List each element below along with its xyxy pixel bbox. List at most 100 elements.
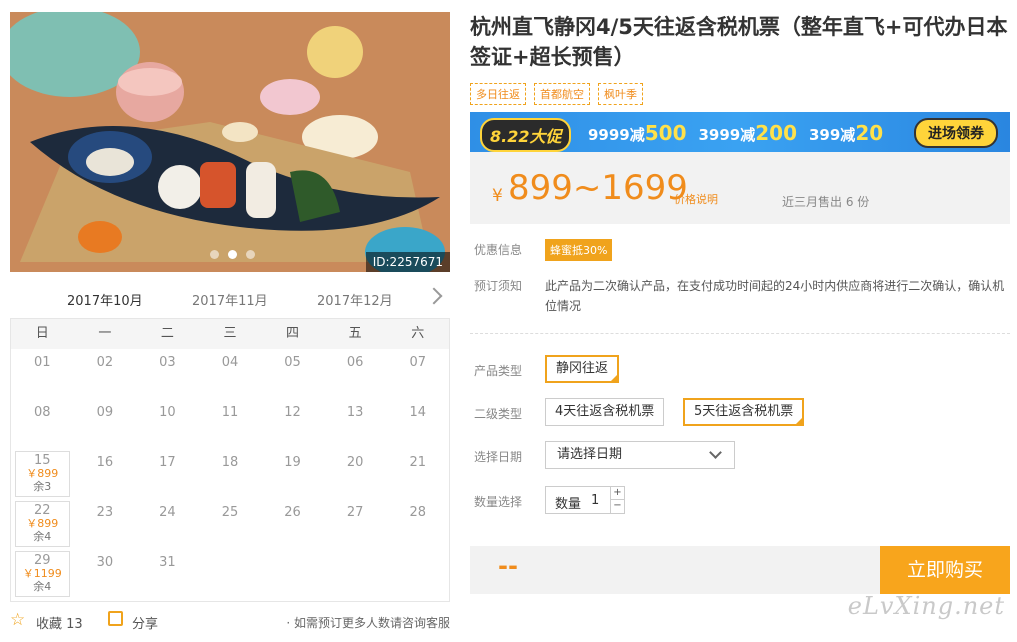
- day-number: 31: [159, 555, 176, 570]
- calendar-day: 03: [136, 349, 199, 399]
- day-number: 27: [346, 505, 364, 520]
- carousel-dot-active[interactable]: [228, 250, 237, 259]
- buy-now-button[interactable]: 立即购买: [880, 546, 1010, 594]
- calendar-day-available[interactable]: 15 ￥899 余3: [15, 451, 70, 497]
- calendar-day: 12: [261, 399, 324, 449]
- weekday-label: 六: [411, 326, 425, 341]
- promo-badge-honey: 蜂蜜抵30%: [545, 239, 613, 261]
- calendar-day: 27: [324, 499, 387, 549]
- tag: 多日往返: [470, 83, 526, 105]
- chevron-right-icon[interactable]: [425, 287, 443, 305]
- carousel-dot[interactable]: [246, 250, 255, 259]
- booking-notice-label: 预订须知: [474, 279, 523, 293]
- calendar-day: 26: [261, 499, 324, 549]
- quantity-inner-label: 数量: [555, 497, 582, 512]
- price-box: ¥ 899~1699 价格说明 近三月售出 6 份: [470, 152, 1010, 224]
- day-number: 02: [96, 355, 114, 370]
- date-select[interactable]: 请选择日期: [545, 441, 735, 469]
- quantity-value[interactable]: 1: [591, 493, 599, 508]
- calendar-days: 01 02 03 04 05 06 07 08 09 10 11 12 13 14 15 ￥899 余3 16 17…: [11, 349, 449, 599]
- promo-banner[interactable]: 8.22大促 9999减500 3999减200 399减20 进场领券: [470, 112, 1010, 152]
- price-range: 899~1699: [508, 168, 688, 208]
- promo-offers: 9999减500 3999减200 399减20: [588, 121, 883, 145]
- day-stock: 余3: [33, 480, 52, 493]
- calendar-day: 17: [136, 449, 199, 499]
- chevron-down-icon: [709, 446, 722, 459]
- day-number: 30: [96, 555, 114, 570]
- tab-month-dec[interactable]: 2017年12月: [317, 290, 393, 309]
- calendar-day: 13: [324, 399, 387, 449]
- day-number: 18: [221, 455, 239, 470]
- day-number: 09: [96, 405, 114, 420]
- consult-service-link[interactable]: · 如需预订更多人数请咨询客服: [286, 614, 450, 631]
- food-illustration: [10, 12, 450, 272]
- day-number: 20: [346, 455, 364, 470]
- date-label: 选择日期: [474, 450, 523, 464]
- day-number: 22: [34, 503, 51, 518]
- sub-type-label: 二级类型: [474, 407, 523, 421]
- product-type-label: 产品类型: [474, 364, 523, 378]
- watermark: eLvXing.net: [847, 592, 1005, 620]
- day-number: 23: [96, 505, 114, 520]
- increment-button[interactable]: +: [610, 487, 624, 500]
- product-photo[interactable]: ID:2257671: [10, 12, 450, 272]
- calendar-day-available[interactable]: 22 ￥899 余4: [15, 501, 70, 547]
- tab-month-nov[interactable]: 2017年11月: [192, 290, 268, 309]
- day-number: 26: [284, 505, 301, 520]
- calendar-day: 23: [74, 499, 137, 549]
- sub-type-option-5day[interactable]: 5天往返含税机票: [683, 398, 805, 426]
- divider: [470, 333, 1010, 334]
- total-price: --: [498, 552, 518, 580]
- calendar-day: 31: [136, 549, 199, 599]
- carousel-dot[interactable]: [210, 250, 219, 259]
- day-number: 14: [409, 405, 426, 420]
- promo-offer: 399减20: [809, 121, 884, 145]
- currency-symbol: ¥: [492, 186, 503, 206]
- weekday-label: 二: [160, 326, 174, 341]
- calendar-day: 05: [261, 349, 324, 399]
- calendar-day: 08: [11, 399, 74, 449]
- get-coupon-button[interactable]: 进场领券: [914, 118, 998, 148]
- weekday-label: 日: [35, 326, 49, 341]
- weekday-label: 一: [98, 326, 112, 341]
- day-number: 16: [96, 455, 114, 470]
- day-stock: 余4: [33, 530, 52, 543]
- weekday-label: 四: [286, 326, 300, 341]
- day-number: 05: [284, 355, 301, 370]
- day-number: 15: [34, 453, 51, 468]
- day-number: 19: [284, 455, 301, 470]
- share-button[interactable]: 分享: [132, 613, 158, 632]
- action-footer: ☆ 收藏 13 分享 · 如需预订更多人数请咨询客服: [10, 610, 450, 632]
- tab-month-oct[interactable]: 2017年10月: [67, 290, 143, 309]
- day-number: 12: [284, 405, 301, 420]
- promo-badge: 8.22大促: [480, 118, 572, 152]
- calendar-day-available[interactable]: 29 ￥1199 余4: [15, 551, 70, 597]
- weekday-label: 五: [348, 326, 362, 341]
- price-note-link[interactable]: 价格说明: [674, 191, 718, 207]
- day-number: 11: [221, 405, 239, 420]
- calendar-day: 24: [136, 499, 199, 549]
- day-number: 08: [34, 405, 51, 420]
- star-icon[interactable]: ☆: [10, 610, 25, 630]
- quantity-stepper[interactable]: 数量 1 + −: [545, 486, 625, 514]
- calendar-day: 20: [324, 449, 387, 499]
- calendar-day: 04: [199, 349, 262, 399]
- share-icon[interactable]: [108, 611, 123, 626]
- calendar-day: 25: [199, 499, 262, 549]
- product-type-option[interactable]: 静冈往返: [545, 355, 620, 383]
- favorite-button[interactable]: 收藏 13: [36, 613, 83, 632]
- sub-type-option-4day[interactable]: 4天往返含税机票: [545, 398, 665, 426]
- day-price: ￥899: [26, 467, 59, 480]
- day-number: 06: [346, 355, 364, 370]
- calendar-day: 28: [386, 499, 449, 549]
- buy-bar: -- 立即购买: [470, 546, 1010, 594]
- promo-offer: 3999减200: [698, 121, 798, 145]
- day-price: ￥899: [26, 517, 59, 530]
- calendar-day: 01: [11, 349, 74, 399]
- calendar-day: 09: [74, 399, 137, 449]
- decrement-button[interactable]: −: [610, 500, 624, 513]
- calendar-day: 14: [386, 399, 449, 449]
- promo-offer: 9999减500: [588, 121, 687, 145]
- calendar-day: 18: [199, 449, 262, 499]
- calendar-day: 06: [324, 349, 387, 399]
